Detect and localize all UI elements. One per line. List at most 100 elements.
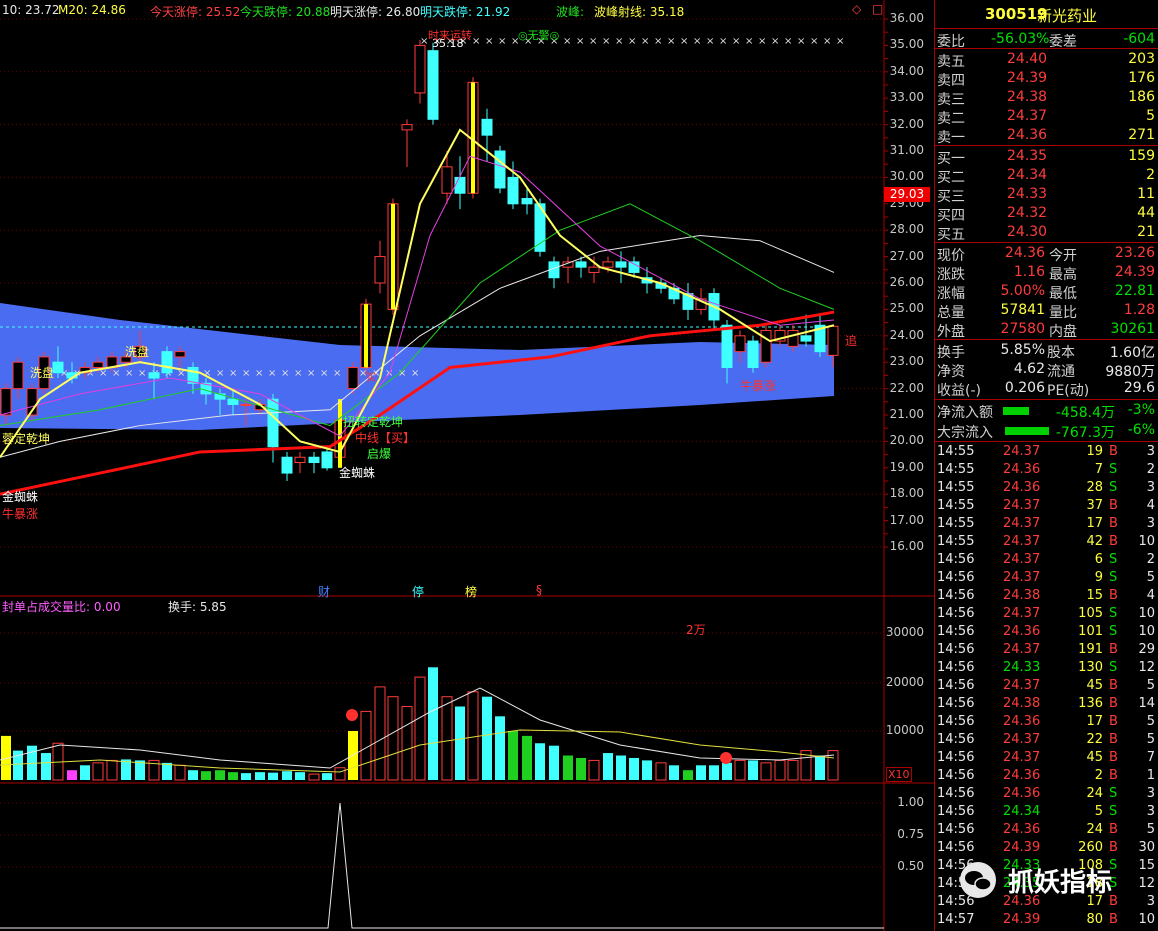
volume-bar xyxy=(748,760,758,780)
volume-bar xyxy=(174,764,186,781)
tick-direction: B xyxy=(1109,678,1118,693)
x-mark: × xyxy=(255,368,263,379)
tick-row[interactable]: 14:56 24.36 17 B 5 xyxy=(935,713,1158,731)
candle-body xyxy=(0,388,12,416)
buy-mark: 买 xyxy=(366,373,376,384)
tick-time: 14:56 xyxy=(937,678,975,693)
tick-price: 24.37 xyxy=(1003,498,1041,513)
x10-badge[interactable]: X10 xyxy=(886,767,912,782)
window-square-icon[interactable]: □ xyxy=(872,2,883,16)
stat-value: 23.26 xyxy=(1114,245,1155,261)
bid-volume: 159 xyxy=(1128,148,1155,164)
tick-row[interactable]: 14:56 24.37 9 S 5 xyxy=(935,569,1158,587)
price-tick-label: 30.00 xyxy=(889,169,924,184)
volume-bar xyxy=(334,767,346,781)
tick-row[interactable]: 14:55 24.37 17 B 3 xyxy=(935,515,1158,533)
tick-price: 24.36 xyxy=(1003,714,1041,729)
tick-row[interactable]: 14:56 24.37 105 S 10 xyxy=(935,605,1158,623)
volume-bar xyxy=(482,696,492,780)
tick-price: 24.37 xyxy=(1003,642,1041,657)
x-mark: × xyxy=(771,36,779,47)
stat-label: 内盘 xyxy=(1049,324,1077,340)
tick-volume: 101 xyxy=(1078,624,1103,639)
event-board-marker[interactable]: 榜 xyxy=(465,583,477,600)
stat-value: 24.36 xyxy=(1004,245,1045,261)
price-tick-label: 18.00 xyxy=(889,486,924,501)
volume-2w-label: 2万 xyxy=(686,623,706,637)
volume-bar xyxy=(722,762,732,780)
volume-bar xyxy=(67,770,77,780)
tick-row[interactable]: 14:56 24.36 101 S 10 xyxy=(935,623,1158,641)
tick-price: 24.37 xyxy=(1003,516,1041,531)
tick-row[interactable]: 14:56 24.37 45 B 7 xyxy=(935,749,1158,767)
tick-row[interactable]: 14:55 24.36 28 S 3 xyxy=(935,479,1158,497)
tick-row[interactable]: 14:56 24.34 5 S 3 xyxy=(935,803,1158,821)
flow-pct: -6% xyxy=(1127,422,1155,438)
tick-row[interactable]: 14:56 24.38 15 B 4 xyxy=(935,587,1158,605)
volume-bar xyxy=(522,735,532,780)
candle-body xyxy=(161,351,173,374)
tick-row[interactable]: 14:56 24.37 45 B 5 xyxy=(935,677,1158,695)
tick-time: 14:57 xyxy=(937,912,975,927)
tick-row[interactable]: 14:56 24.33 130 S 12 xyxy=(935,659,1158,677)
x-mark: × xyxy=(472,36,480,47)
tick-count: 3 xyxy=(1146,804,1155,819)
weicha-value: -604 xyxy=(1123,31,1155,47)
ask-label: 卖五 xyxy=(937,54,965,70)
tick-row[interactable]: 14:56 24.37 6 S 2 xyxy=(935,551,1158,569)
tick-time: 14:56 xyxy=(937,660,975,675)
volume-bar xyxy=(734,759,746,781)
price-tick-label: 31.00 xyxy=(889,143,924,157)
tick-row[interactable]: 14:56 24.39 260 B 30 xyxy=(935,839,1158,857)
tick-row[interactable]: 14:56 24.38 136 B 14 xyxy=(935,695,1158,713)
candle-body xyxy=(454,176,466,194)
tick-row[interactable]: 14:56 24.36 24 B 5 xyxy=(935,821,1158,839)
quote-panel: 300519 新光药业 委比 -56.03% 委差 -604 卖五 24.40 20… xyxy=(934,0,1158,931)
bid-row: 买四 24.32 44 xyxy=(935,204,1158,224)
stat2-label: 股本 xyxy=(1047,345,1075,361)
tick-count: 2 xyxy=(1146,552,1155,567)
tick-row[interactable]: 14:56 24.37 191 B 29 xyxy=(935,641,1158,659)
tick-row[interactable]: 14:56 24.36 2 B 1 xyxy=(935,767,1158,785)
tick-price: 24.36 xyxy=(1003,480,1041,495)
tick-row[interactable]: 14:55 24.37 37 B 4 xyxy=(935,497,1158,515)
tick-row[interactable]: 14:55 24.37 19 B 3 xyxy=(935,443,1158,461)
tick-row[interactable]: 14:55 24.36 7 S 2 xyxy=(935,461,1158,479)
price-tick-label: 32.00 xyxy=(889,116,924,131)
stat-row: 涨幅 5.00% 最低 22.81 xyxy=(935,282,1158,302)
tick-time: 14:55 xyxy=(937,534,975,549)
tick-row[interactable]: 14:55 24.37 42 B 10 xyxy=(935,533,1158,551)
tick-time: 14:56 xyxy=(937,768,975,783)
diamond-icon[interactable]: ◇ xyxy=(852,2,861,16)
ask-row: 卖五 24.40 203 xyxy=(935,50,1158,70)
kline-chart-area[interactable]: × × × × × × × × × × × × × × × × × × × × × × × × × × × × × × × × × × × × × × × ×… xyxy=(0,0,934,931)
candle-body xyxy=(321,451,333,469)
tick-direction: B xyxy=(1109,642,1118,657)
tick-price: 24.39 xyxy=(1003,840,1041,855)
bid-row: 买二 24.34 2 xyxy=(935,166,1158,186)
tick-row[interactable]: 14:56 24.37 22 B 5 xyxy=(935,731,1158,749)
candle-body xyxy=(734,335,746,353)
volume-bar xyxy=(508,731,518,780)
tick-volume: 37 xyxy=(1086,498,1103,513)
event-finance-marker[interactable]: 财 xyxy=(318,583,330,600)
price-tick-label: 20.00 xyxy=(889,433,924,448)
kline-svg[interactable]: × × × × × × × × × × × × × × × × × × × × × × × ×× × × × × × × × × × × × × × × ×… xyxy=(0,0,934,931)
x-mark: × xyxy=(333,368,341,379)
tick-row[interactable]: 14:57 24.39 80 B 10 xyxy=(935,911,1158,929)
volume-bar xyxy=(549,745,559,780)
event-section-marker[interactable]: § xyxy=(536,583,542,597)
tick-row[interactable]: 14:56 24.36 24 S 3 xyxy=(935,785,1158,803)
price-tick-label: 23.00 xyxy=(889,354,924,369)
bid-price: 24.33 xyxy=(1007,186,1048,202)
tick-time: 14:56 xyxy=(937,552,975,567)
event-halt-marker[interactable]: 停 xyxy=(412,583,424,600)
candle-body xyxy=(441,166,453,194)
tick-direction: B xyxy=(1109,732,1118,747)
candle-body xyxy=(148,372,160,379)
tick-volume: 105 xyxy=(1078,606,1103,621)
divider xyxy=(935,441,1158,442)
tick-direction: B xyxy=(1109,444,1118,459)
candle-body xyxy=(294,456,306,464)
x-mark: × xyxy=(693,36,701,47)
